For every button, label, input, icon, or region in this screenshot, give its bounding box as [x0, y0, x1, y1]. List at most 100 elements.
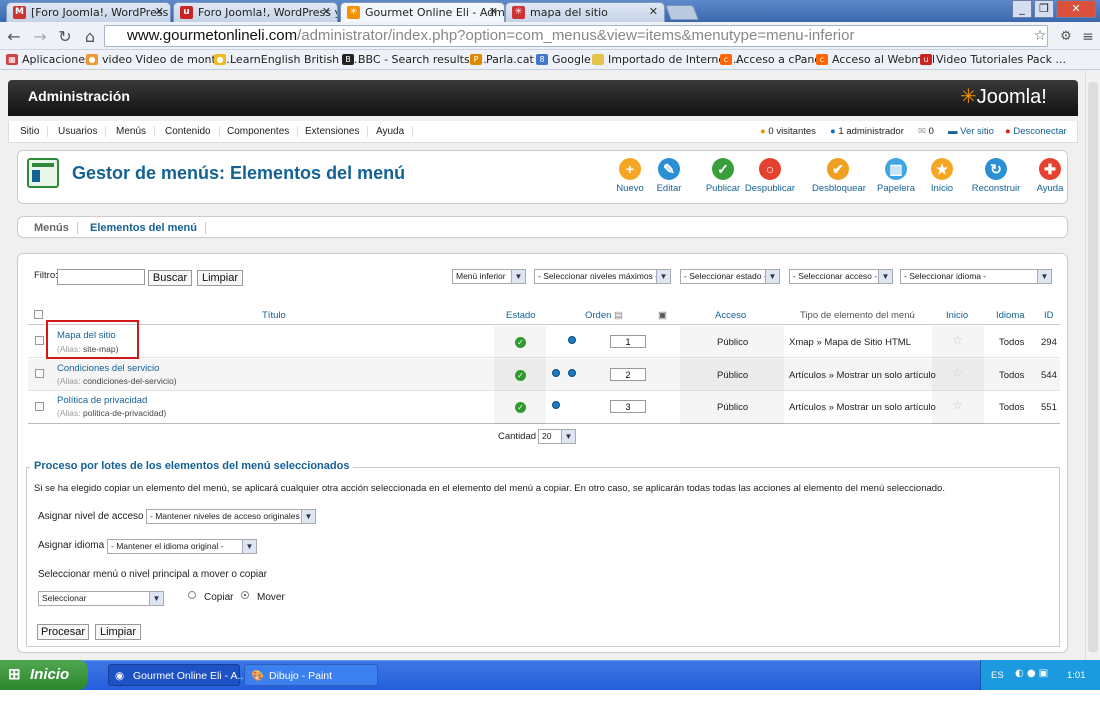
batch-access-select[interactable]: - Mantener niveles de acceso originales … [146, 509, 316, 524]
item-title-link[interactable]: Política de privacidad [57, 395, 147, 406]
bookmark-folder[interactable]: Importado de Internet... [592, 53, 740, 66]
home-star-icon[interactable]: ☆ [952, 398, 963, 412]
state-select[interactable]: - Seleccionar estado - ▼ [680, 269, 780, 284]
item-title-link[interactable]: Mapa del sitio [57, 330, 116, 341]
menu-ayuda[interactable]: Ayuda [368, 126, 414, 137]
toolbar-desbloquear-button[interactable]: ✔ Desbloquear [812, 158, 866, 194]
limit-select[interactable]: 20 ▼ [538, 429, 576, 444]
forward-icon[interactable]: → [30, 27, 50, 47]
menu-select[interactable]: Menú inferior ▼ [452, 269, 526, 284]
bookmark-webmail[interactable]: c Acceso al Webmail [816, 53, 935, 66]
minimize-button[interactable]: _ [1012, 0, 1032, 18]
home-star-icon[interactable]: ☆ [952, 333, 963, 347]
column-order[interactable]: Orden ▤ [585, 310, 623, 321]
browser-tab-4[interactable]: ✳ mapa del sitio ✕ [505, 2, 665, 22]
process-button[interactable]: Procesar [37, 624, 89, 640]
toolbar-reconstruir-button[interactable]: ↻ Reconstruir [970, 158, 1022, 194]
row-checkbox[interactable] [35, 336, 44, 345]
menu-menus[interactable]: Menús [108, 126, 156, 137]
task-paint[interactable]: 🎨 Dibujo - Paint [244, 664, 378, 686]
column-access[interactable]: Acceso [715, 310, 746, 321]
close-icon[interactable]: ✕ [649, 5, 658, 18]
order-down-icon[interactable] [568, 336, 576, 344]
messages-status[interactable]: ✉ 0 [918, 126, 934, 137]
bookmark-star-icon[interactable]: ☆ [1030, 26, 1050, 46]
close-icon[interactable]: ✕ [155, 5, 164, 18]
toolbar-inicio-button[interactable]: ★ Inicio [916, 158, 968, 194]
menu-componentes[interactable]: Componentes [219, 126, 299, 137]
batch-language-select[interactable]: - Mantener el idioma original - ▼ [107, 539, 257, 554]
move-radio[interactable] [241, 591, 249, 599]
toolbar-publicar-button[interactable]: ✓ Publicar [697, 158, 749, 194]
save-order-icon[interactable]: ▣ [658, 310, 667, 321]
order-input[interactable] [610, 335, 646, 348]
order-up-icon[interactable] [552, 369, 560, 377]
order-input[interactable] [610, 400, 646, 413]
column-title[interactable]: Título [262, 310, 286, 321]
restore-button[interactable]: ❐ [1034, 0, 1054, 18]
language-indicator[interactable]: ES [991, 670, 1004, 681]
home-star-icon[interactable]: ☆ [952, 366, 963, 380]
levels-select[interactable]: - Seleccionar niveles máximos - ▼ [534, 269, 671, 284]
start-button[interactable]: ⊞ Inicio [0, 660, 88, 690]
item-title-link[interactable]: Condiciones del servicio [57, 363, 159, 374]
order-up-icon[interactable] [552, 401, 560, 409]
batch-move-select[interactable]: Seleccionar ▼ [38, 591, 164, 606]
logout-link[interactable]: ● Desconectar [1005, 126, 1067, 137]
browser-tab-2[interactable]: u Foro Joomla!, WordPress y P ✕ [173, 2, 338, 22]
back-icon[interactable]: ← [4, 27, 24, 47]
filter-input[interactable] [57, 269, 145, 285]
task-chrome[interactable]: ◉ Gourmet Online Eli - A... [108, 664, 246, 686]
published-icon[interactable]: ✓ [515, 402, 526, 413]
clear-filter-button[interactable]: Limpiar [197, 270, 243, 286]
browser-tab-1[interactable]: M [Foro Joomla!, WordPress y ✕ [6, 2, 171, 22]
bookmark-video[interactable]: ● video Video de monta... [86, 53, 233, 66]
bookmark-cpanel[interactable]: c Acceso a cPanel [720, 53, 824, 66]
row-checkbox[interactable] [35, 402, 44, 411]
submenu-menus[interactable]: Menús [26, 222, 78, 234]
page-scrollbar[interactable] [1085, 70, 1100, 660]
access-select[interactable]: - Seleccionar acceso - ▼ [789, 269, 893, 284]
view-site-link[interactable]: ▬ Ver sitio [948, 126, 994, 137]
published-icon[interactable]: ✓ [515, 370, 526, 381]
bookmark-parla[interactable]: P Parla.cat [470, 53, 534, 66]
menu-icon[interactable]: ≡ [1078, 27, 1098, 47]
close-icon[interactable]: ✕ [322, 5, 331, 18]
column-status[interactable]: Estado [506, 310, 536, 321]
new-tab-button[interactable] [665, 5, 699, 20]
copy-radio[interactable] [188, 591, 196, 599]
bookmark-google[interactable]: 8 Google [536, 53, 591, 66]
bookmark-apps[interactable]: ▦ Aplicaciones [6, 53, 91, 66]
order-down-icon[interactable] [568, 369, 576, 377]
submenu-items[interactable]: Elementos del menú [82, 222, 206, 234]
address-bar[interactable]: www.gourmetonlineli.com/administrator/in… [104, 25, 1048, 47]
batch-clear-button[interactable]: Limpiar [95, 624, 141, 640]
extension-icon[interactable]: ⚙ [1056, 27, 1076, 47]
search-button[interactable]: Buscar [148, 270, 192, 286]
row-checkbox[interactable] [35, 369, 44, 378]
browser-tab-3[interactable]: ✳ Gourmet Online Eli - Administ✕ [340, 2, 505, 22]
toolbar-despublicar-button[interactable]: ○ Despublicar [744, 158, 796, 194]
order-input[interactable] [610, 368, 646, 381]
home-icon[interactable]: ⌂ [80, 27, 100, 47]
column-home[interactable]: Inicio [946, 310, 968, 321]
column-id[interactable]: ID [1044, 310, 1054, 321]
tray-icons[interactable]: ◐ ● ▣ [1015, 668, 1048, 679]
menu-contenido[interactable]: Contenido [157, 126, 220, 137]
bookmark-tutoriales[interactable]: u Video Tutoriales Pack ... [920, 53, 1066, 66]
menu-usuarios[interactable]: Usuarios [50, 126, 107, 137]
bookmark-learnenglish[interactable]: ● LearnEnglish British C... [214, 53, 361, 66]
reload-icon[interactable]: ↻ [55, 27, 75, 47]
close-icon[interactable]: ✕ [489, 5, 498, 18]
toolbar-papelera-button[interactable]: ▥ Papelera [870, 158, 922, 194]
published-icon[interactable]: ✓ [515, 337, 526, 348]
toolbar-ayuda-button[interactable]: ✚ Ayuda [1024, 158, 1076, 194]
menu-sitio[interactable]: Sitio [12, 126, 49, 137]
select-all-checkbox[interactable] [34, 310, 43, 319]
menu-extensiones[interactable]: Extensiones [297, 126, 369, 137]
language-select[interactable]: - Seleccionar idioma - ▼ [900, 269, 1052, 284]
close-window-button[interactable]: ✕ [1056, 0, 1096, 18]
toolbar-editar-button[interactable]: ✎ Editar [643, 158, 695, 194]
bookmark-bbc[interactable]: B BBC - Search results f... [342, 53, 487, 66]
column-language[interactable]: Idioma [996, 310, 1025, 321]
